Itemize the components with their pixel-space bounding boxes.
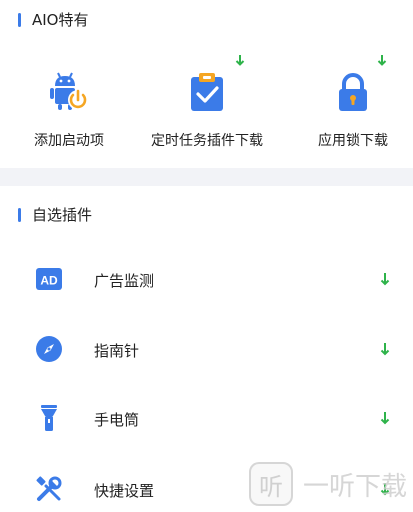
section-accent-bar [18,12,21,27]
grid-item-label: 应用锁下载 [318,133,388,149]
aio-section-header: AIO特有 [18,9,89,30]
wrench-screwdriver-icon [36,476,62,501]
download-arrow-icon [377,55,387,66]
grid-item-add-startup[interactable]: 添加启动项 [0,58,138,158]
grid-item-label: 定时任务插件下载 [151,133,263,149]
plugin-row-label: 手电筒 [94,411,140,429]
plugin-row-ad-monitor[interactable]: AD 广告监测 [0,252,413,308]
grid-item-label: 添加启动项 [34,133,104,149]
plugin-row-label: 快捷设置 [94,482,155,500]
watermark-logo: 听 一听下载 [248,462,407,506]
grid-item-scheduled-task-plugin[interactable]: 定时任务插件下载 [138,55,276,158]
section-accent-bar [18,207,21,222]
download-arrow-icon[interactable] [380,342,390,356]
grid-item-app-lock[interactable]: 应用锁下载 [284,55,413,158]
watermark-icon: 听 [248,462,293,506]
plugin-row-flashlight[interactable]: 手电筒 [0,391,413,447]
aio-section-card: AIO特有 添加启动项 定时任务插件下载 应用锁下载 [0,0,413,168]
plugin-row-compass[interactable]: 指南针 [0,322,413,378]
plugin-row-label: 广告监测 [94,272,155,290]
download-arrow-icon[interactable] [380,272,390,286]
lock-icon [339,73,367,111]
watermark-text: 一听下载 [302,471,407,502]
svg-text:AD: AD [40,274,58,288]
flashlight-icon [41,405,57,431]
plugin-section-header: 自选插件 [18,204,92,225]
ad-icon: AD [36,268,62,290]
plugin-row-label: 指南针 [94,342,140,360]
android-power-icon [50,72,88,110]
download-arrow-icon [235,55,245,66]
download-arrow-icon[interactable] [380,411,390,425]
clipboard-check-icon [191,73,223,111]
compass-icon [36,336,62,362]
plugin-section-title: 自选插件 [32,206,93,224]
aio-section-title: AIO特有 [32,11,89,29]
